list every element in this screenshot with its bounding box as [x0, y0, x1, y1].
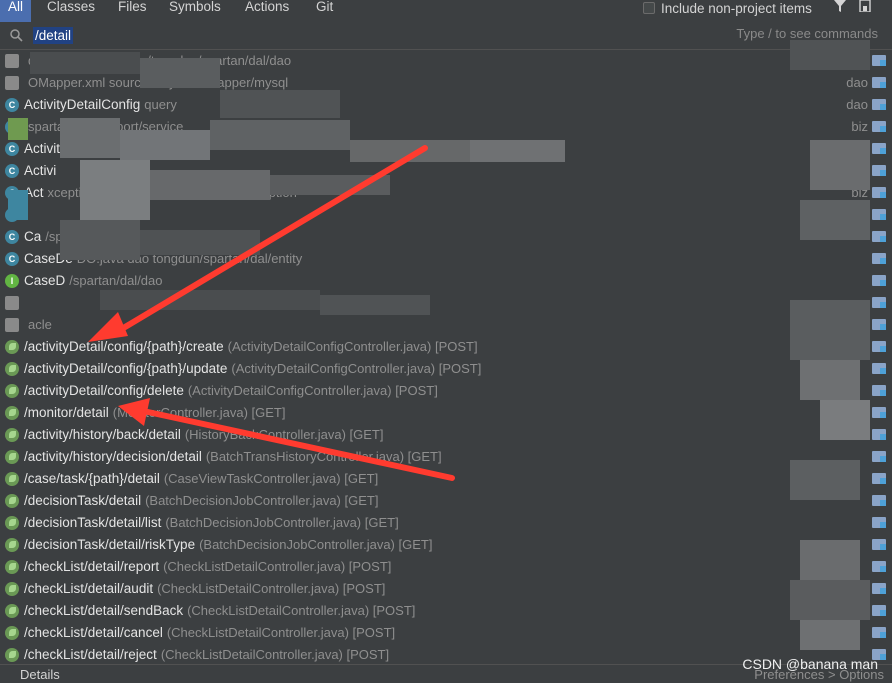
redaction-tile	[790, 580, 870, 620]
redaction-tile	[790, 300, 870, 360]
redaction-tile	[8, 118, 28, 140]
redaction-tile	[350, 140, 470, 162]
redaction-tile	[60, 118, 120, 158]
redaction-tile	[120, 130, 210, 160]
redaction-tile	[800, 200, 870, 240]
redaction-tile	[820, 400, 870, 440]
redaction-tile	[80, 160, 150, 220]
redaction-mosaic	[0, 0, 892, 682]
redaction-tile	[60, 220, 140, 260]
redaction-tile	[140, 58, 220, 88]
redaction-tile	[220, 90, 340, 118]
redaction-tile	[790, 40, 870, 70]
redaction-tile	[320, 295, 430, 315]
redaction-tile	[800, 360, 860, 400]
redaction-tile	[790, 460, 860, 500]
redaction-tile	[470, 140, 565, 162]
redaction-tile	[270, 175, 390, 195]
redaction-tile	[30, 52, 140, 74]
watermark: CSDN @banana man	[742, 656, 878, 672]
redaction-tile	[100, 290, 320, 310]
redaction-tile	[8, 190, 28, 220]
redaction-tile	[150, 170, 270, 200]
redaction-tile	[810, 140, 870, 190]
redaction-tile	[140, 230, 260, 255]
details-link[interactable]: Details	[20, 667, 60, 682]
redaction-tile	[210, 120, 350, 150]
redaction-tile	[800, 620, 860, 650]
redaction-tile	[800, 540, 860, 580]
